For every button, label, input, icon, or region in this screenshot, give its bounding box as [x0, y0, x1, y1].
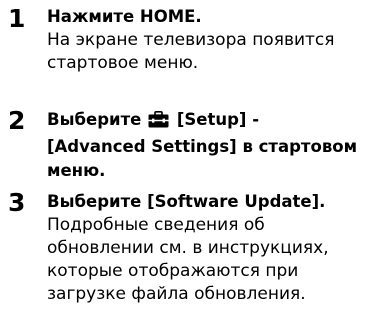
step-title-line: Выберите [Setup] -	[47, 108, 365, 135]
step-description-line: обновлении см. в инструкциях,	[47, 238, 329, 258]
step-title-prefix: Выберите	[47, 110, 142, 129]
toolbox-setup-icon	[148, 111, 169, 135]
step-description-line: На экране телевизора появится	[47, 30, 335, 50]
step-description-line: стартовое меню.	[47, 53, 199, 73]
step-description-line: загрузке файла обновления.	[47, 284, 306, 304]
step-title-line: [Advanced Settings] в стартовом	[47, 137, 358, 156]
step-body: Выберите [Software Update]. Подробные св…	[47, 190, 365, 306]
step-title-line: меню.	[47, 161, 106, 180]
step-title: Выберите [Software Update].	[47, 192, 326, 211]
step-number: 3	[8, 188, 26, 217]
step-body: Нажмите HOME. На экране телевизора появи…	[47, 5, 365, 75]
step-title-rest: [Setup] -	[176, 110, 260, 129]
step-title: Нажмите HOME.	[47, 7, 202, 26]
step-description-line: которые отображаются при	[47, 261, 299, 281]
step-body: Выберите [Setup] - [Advanced Settings] в…	[47, 108, 365, 183]
step-number: 1	[8, 4, 26, 33]
step-description-line: Подробные сведения об	[47, 215, 265, 235]
step-number: 2	[8, 106, 26, 135]
